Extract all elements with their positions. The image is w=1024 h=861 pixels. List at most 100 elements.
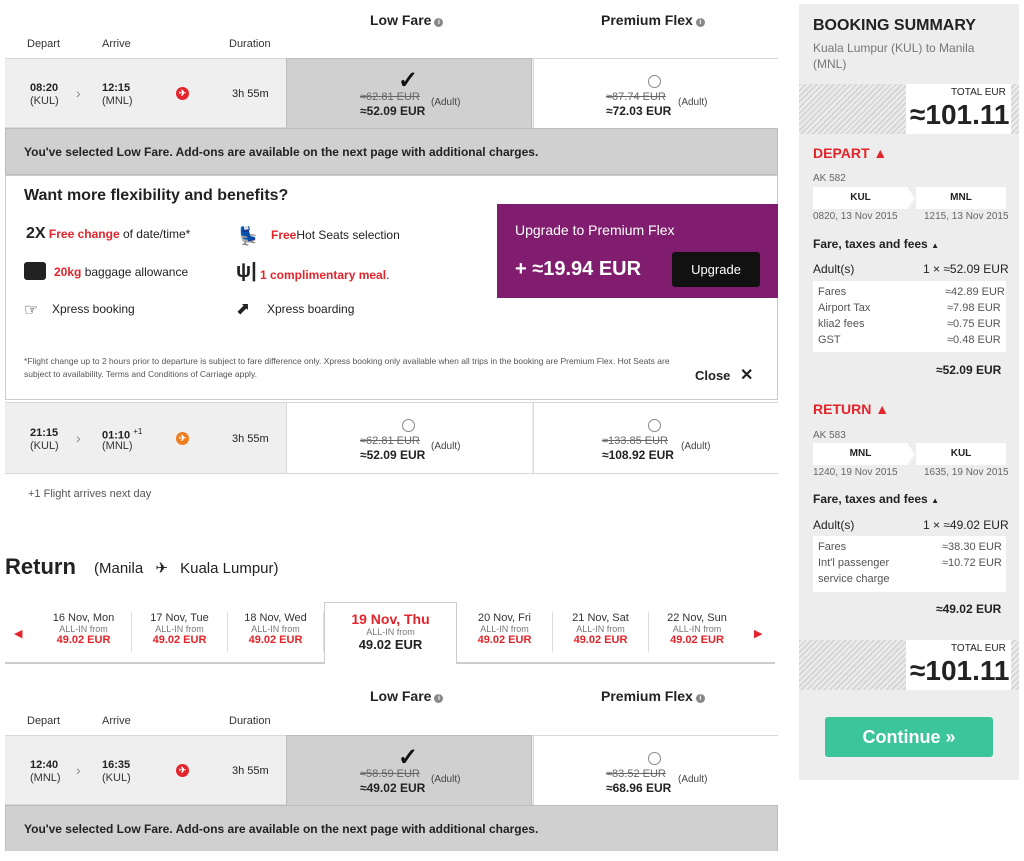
baggage-icon: [24, 262, 46, 280]
low-fare-header: Low Fare i: [370, 688, 444, 704]
arrive-code: (MNL): [102, 95, 133, 107]
caret-up-icon: ▲: [875, 401, 890, 417]
info-icon[interactable]: i: [434, 18, 444, 27]
col-duration: Duration: [229, 38, 271, 50]
fare-radio[interactable]: [648, 752, 661, 765]
flight-duration: 3h 55m: [232, 88, 269, 100]
feature-change-highlight: Free change: [48, 227, 120, 241]
date-tab[interactable]: 20 Nov, Fri ALL-IN from 49.02 EUR: [457, 612, 553, 652]
tab-label: ALL-IN from: [155, 624, 204, 634]
tab-label: ALL-IN from: [59, 624, 108, 634]
continue-button[interactable]: Continue »: [825, 717, 993, 757]
fare-was: ≈58.59 EUR: [360, 768, 420, 780]
fee-line-label: Int'l passenger: [818, 557, 890, 569]
col-arrive: Arrive: [102, 715, 131, 727]
col-arrive: Arrive: [102, 38, 131, 50]
depart-summary-header[interactable]: DEPART ▲: [813, 145, 887, 161]
low-fare-header-label: Low Fare: [370, 12, 432, 28]
fee-line-label: Fares: [818, 541, 847, 553]
arrive-code: (KUL): [102, 772, 131, 784]
chevron-right-icon: ›: [76, 85, 81, 101]
segment-arrow: [907, 187, 915, 209]
total-amount: ≈101.11: [910, 655, 1010, 686]
info-icon[interactable]: i: [434, 694, 444, 703]
fee-line-label: GST: [818, 334, 841, 346]
feature-bag-highlight: 20kg: [54, 265, 82, 279]
fees-title: Fare, taxes and fees: [813, 237, 928, 251]
adult-label: Adult(s): [813, 262, 855, 276]
arrive-code: (MNL): [102, 440, 133, 452]
fee-line-value: ≈42.89 EUR: [945, 286, 1005, 298]
premium-flex-header-label: Premium Flex: [601, 12, 693, 28]
adult-value: 1 × ≈49.02 EUR: [923, 518, 1009, 532]
col-duration: Duration: [229, 715, 271, 727]
feature-change-prefix: 2X: [26, 225, 46, 242]
next-arrow-icon[interactable]: ▶: [754, 627, 762, 640]
plane-icon: ✈: [155, 560, 168, 577]
airline-logo-icon: ✈: [176, 432, 189, 445]
tab-label: ALL-IN from: [251, 624, 300, 634]
seat-icon: 💺: [237, 226, 260, 246]
caret-up-icon: ▲: [873, 145, 888, 161]
date-tab[interactable]: 16 Nov, Mon ALL-IN from 49.02 EUR: [36, 612, 132, 652]
info-icon[interactable]: i: [695, 18, 705, 27]
fare-radio[interactable]: [402, 419, 415, 432]
fare-was: ≈83.52 EUR: [606, 768, 666, 780]
segment-to-time: 1635, 19 Nov 2015: [924, 467, 1009, 478]
fee-line-label: Airport Tax: [818, 302, 871, 314]
fees-header[interactable]: Fare, taxes and fees ▲: [813, 492, 939, 506]
airline-logo-icon: ✈: [176, 87, 189, 100]
selected-fare-message: You've selected Low Fare. Add-ons are av…: [5, 128, 778, 175]
date-tab-selected[interactable]: 19 Nov, Thu ALL-IN from 49.02 EUR: [324, 602, 457, 664]
feature-baggage: 20kg baggage allowance: [54, 265, 188, 279]
upgrade-button[interactable]: Upgrade: [672, 252, 760, 287]
caret-up-icon: ▲: [931, 496, 939, 505]
fare-radio[interactable]: [648, 419, 661, 432]
arrive-time: 12:15: [102, 82, 131, 94]
adult-value: 1 × ≈52.09 EUR: [923, 262, 1009, 276]
fee-line-value: ≈0.48 EUR: [947, 334, 1001, 346]
flight-number: AK 582: [813, 173, 846, 184]
feature-xpress-boarding: Xpress boarding: [267, 302, 355, 316]
total-label: TOTAL EUR: [951, 87, 1006, 98]
selected-fare-message: You've selected Low Fare. Add-ons are av…: [5, 805, 778, 851]
date-tab[interactable]: 22 Nov, Sun ALL-IN from 49.02 EUR: [649, 612, 745, 652]
info-icon[interactable]: i: [695, 694, 705, 703]
cutlery-icon: ψ|: [236, 260, 257, 282]
depart-time: 12:40: [30, 759, 59, 771]
date-tab[interactable]: 21 Nov, Sat ALL-IN from 49.02 EUR: [553, 612, 649, 652]
fee-line-value: ≈38.30 EUR: [942, 541, 1002, 553]
fare-was: ≈133.85 EUR: [602, 435, 668, 447]
tab-amount: 49.02 EUR: [248, 634, 303, 646]
segment-from-time: 1240, 19 Nov 2015: [813, 467, 898, 478]
return-title: Return: [5, 554, 76, 579]
fare-price: ≈68.96 EUR: [606, 781, 672, 795]
close-icon: ✕: [740, 367, 754, 384]
segment-arrow: [907, 443, 915, 465]
close-label: Close: [695, 368, 731, 383]
fare-radio[interactable]: [648, 75, 661, 88]
date-tab[interactable]: 17 Nov, Tue ALL-IN from 49.02 EUR: [132, 612, 228, 652]
return-summary-header[interactable]: RETURN ▲: [813, 401, 889, 417]
tab-amount: 49.02 EUR: [152, 634, 207, 646]
depart-time: 08:20: [30, 82, 59, 94]
tab-date: 21 Nov, Sat: [572, 612, 629, 624]
depart-summary-label: DEPART: [813, 145, 870, 161]
fees-header[interactable]: Fare, taxes and fees ▲: [813, 237, 939, 251]
feature-meal: 1 complimentary meal.: [260, 268, 389, 282]
prev-arrow-icon[interactable]: ◀: [14, 627, 22, 640]
depart-time: 21:15: [30, 427, 59, 439]
flight-duration: 3h 55m: [232, 433, 269, 445]
close-button[interactable]: Close ✕: [695, 365, 753, 385]
tab-date: 20 Nov, Fri: [478, 612, 531, 624]
adult-label: Adult(s): [813, 518, 855, 532]
route-to: Kuala Lumpur): [180, 560, 279, 577]
fare-adult-note: (Adult): [678, 774, 708, 785]
fare-was: ≈62.81 EUR: [360, 91, 420, 103]
feature-meal-highlight: 1 complimentary meal: [260, 268, 387, 282]
return-route: (Manila ✈ Kuala Lumpur): [94, 559, 279, 577]
xpress-booking-icon: ☞: [24, 302, 39, 319]
feature-seats-highlight: Free: [271, 228, 297, 242]
flex-panel-title: Want more flexibility and benefits?: [24, 187, 289, 204]
date-tab[interactable]: 18 Nov, Wed ALL-IN from 49.02 EUR: [228, 612, 324, 652]
